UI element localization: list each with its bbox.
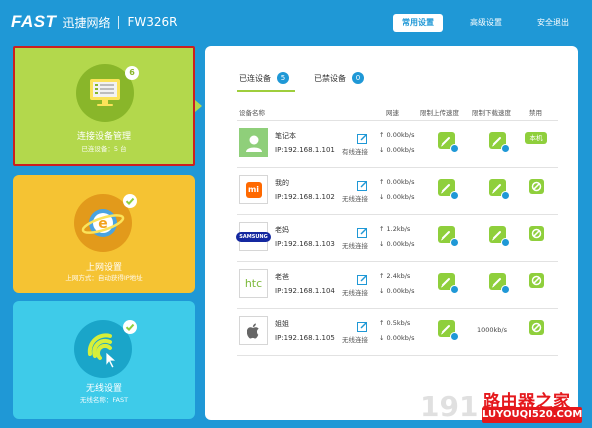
blocked-count-badge: 0: [352, 72, 364, 84]
tab-connected-devices[interactable]: 已连设备 5: [239, 71, 289, 85]
download-speed: ↓ 0.00kb/s: [379, 240, 415, 248]
card-internet-settings[interactable]: e 上网设置 上网方式：自动获得IP地址: [13, 175, 195, 293]
download-speed: ↓ 0.00kb/s: [379, 334, 415, 342]
device-row: mi 我的 IP:192.168.1.102 无线连接 ↑ 0.00kb/s ↓ 0.00…: [237, 168, 558, 215]
check-icon: [123, 194, 137, 208]
edit-name-icon[interactable]: [357, 129, 368, 144]
device-name: 笔记本: [275, 132, 296, 140]
htc-logo-icon: htc: [239, 269, 268, 298]
device-ip: IP:192.168.1.101: [275, 146, 335, 154]
connection-type: 无线连接: [342, 242, 368, 250]
download-limit-value: 1000kb/s: [477, 326, 508, 334]
upload-arrow-icon: [450, 285, 459, 294]
edit-name-icon[interactable]: [357, 270, 368, 285]
download-speed: ↓ 0.00kb/s: [379, 146, 415, 154]
connection-type: 无线连接: [342, 195, 368, 203]
tab-label: 已连设备: [239, 73, 271, 83]
card-title: 连接设备管理: [76, 132, 131, 142]
card-wireless-settings[interactable]: 无线设置 无线名称：FAST: [13, 301, 195, 419]
upload-speed: ↑ 1.2kb/s: [379, 225, 411, 233]
device-ip: IP:192.168.1.102: [275, 193, 335, 201]
limit-download-button[interactable]: [489, 179, 510, 200]
check-icon: [123, 320, 137, 334]
connected-count-badge: 5: [277, 72, 289, 84]
tab-blocked-devices[interactable]: 已禁设备 0: [314, 71, 364, 85]
active-tab-underline: [237, 90, 295, 92]
device-name: 老爸: [275, 273, 289, 281]
active-card-pointer: [195, 100, 202, 112]
card-subtitle: 上网方式：自动获得IP地址: [65, 274, 143, 282]
htc-logo-text: htc: [244, 277, 263, 290]
mi-logo-text: mi: [245, 181, 262, 198]
device-count-badge: 6: [125, 66, 139, 80]
download-speed: ↓ 0.00kb/s: [379, 287, 415, 295]
limit-upload-button[interactable]: [438, 273, 459, 294]
upload-speed: ↑ 2.4kb/s: [379, 272, 411, 280]
computer-icon: [239, 128, 268, 157]
mi-logo-icon: mi: [239, 175, 268, 204]
this-device-tag: 本机: [525, 132, 547, 144]
device-ip: IP:192.168.1.103: [275, 240, 335, 248]
device-panel: 已连设备 5 已禁设备 0 设备名称 网速 限制上传速度 限制下载速度 禁用 笔…: [205, 46, 578, 420]
block-device-button[interactable]: [529, 320, 544, 335]
upload-arrow-icon: [450, 238, 459, 247]
upload-speed: ↑ 0.00kb/s: [379, 178, 415, 186]
download-arrow-icon: [501, 238, 510, 247]
card-subtitle: 已连设备：5 台: [81, 145, 127, 153]
nav-advanced-settings[interactable]: 高级设置: [461, 14, 511, 32]
block-device-button[interactable]: [529, 273, 544, 288]
samsung-logo-icon: SAMSUNG: [236, 222, 271, 251]
connection-type: 无线连接: [342, 289, 368, 297]
col-header-block: 禁用: [529, 109, 542, 117]
download-arrow-icon: [501, 191, 510, 200]
limit-upload-button[interactable]: [438, 179, 459, 200]
edit-name-icon[interactable]: [357, 317, 368, 332]
nav-logout[interactable]: 安全退出: [528, 14, 578, 32]
col-header-speed: 网速: [386, 109, 399, 117]
limit-download-button[interactable]: [489, 132, 510, 153]
samsung-logo-text: SAMSUNG: [236, 231, 271, 242]
connection-type: 有线连接: [342, 148, 368, 156]
upload-arrow-icon: [450, 191, 459, 200]
upload-arrow-icon: [450, 332, 459, 341]
col-header-upload-limit: 限制上传速度: [420, 109, 459, 117]
limit-upload-button[interactable]: [438, 132, 459, 153]
limit-upload-button[interactable]: [438, 226, 459, 247]
connection-type: 无线连接: [342, 336, 368, 344]
download-arrow-icon: [501, 144, 510, 153]
device-row: htc 老爸 IP:192.168.1.104 无线连接 ↑ 2.4kb/s ↓ 0.00…: [237, 262, 558, 309]
device-row: 姐姐 IP:192.168.1.105 无线连接 ↑ 0.5kb/s ↓ 0.00kb/…: [237, 309, 558, 356]
block-device-button[interactable]: [529, 179, 544, 194]
download-speed: ↓ 0.00kb/s: [379, 193, 415, 201]
device-name: 我的: [275, 179, 289, 187]
block-device-button[interactable]: [529, 226, 544, 241]
device-name: 老妈: [275, 226, 289, 234]
header: FAST 迅捷网络 FW326R 常用设置 高级设置 安全退出: [0, 0, 592, 44]
device-row: SAMSUNG 老妈 IP:192.168.1.103 无线连接 ↑ 1.2kb/s ↓ …: [236, 215, 558, 262]
tab-label: 已禁设备: [314, 73, 346, 83]
col-header-device-name: 设备名称: [239, 109, 265, 117]
card-device-management[interactable]: 6 连接设备管理 已连设备：5 台: [13, 46, 195, 166]
device-ip: IP:192.168.1.104: [275, 287, 335, 295]
upload-arrow-icon: [450, 144, 459, 153]
nav-common-settings[interactable]: 常用设置: [393, 14, 443, 32]
watermark-number: 191: [420, 390, 479, 423]
limit-upload-button[interactable]: [438, 320, 459, 341]
edit-name-icon[interactable]: [357, 176, 368, 191]
download-arrow-icon: [501, 285, 510, 294]
card-subtitle: 无线名称：FAST: [79, 396, 129, 404]
device-row: 笔记本 IP:192.168.1.101 有线连接 ↑ 0.00kb/s ↓ 0.00k…: [237, 121, 558, 168]
watermark-url: LUYOUQI520.COM: [482, 407, 582, 423]
upload-speed: ↑ 0.5kb/s: [379, 319, 411, 327]
limit-download-button[interactable]: [489, 226, 510, 247]
card-title: 无线设置: [85, 384, 122, 394]
apple-logo-icon: [239, 316, 268, 345]
edit-name-icon[interactable]: [357, 223, 368, 238]
top-nav: 常用设置 高级设置 安全退出: [0, 14, 592, 32]
device-ip: IP:192.168.1.105: [275, 334, 335, 342]
limit-download-button[interactable]: [489, 273, 510, 294]
device-name: 姐姐: [275, 320, 289, 328]
upload-speed: ↑ 0.00kb/s: [379, 131, 415, 139]
col-header-download-limit: 限制下载速度: [472, 109, 511, 117]
